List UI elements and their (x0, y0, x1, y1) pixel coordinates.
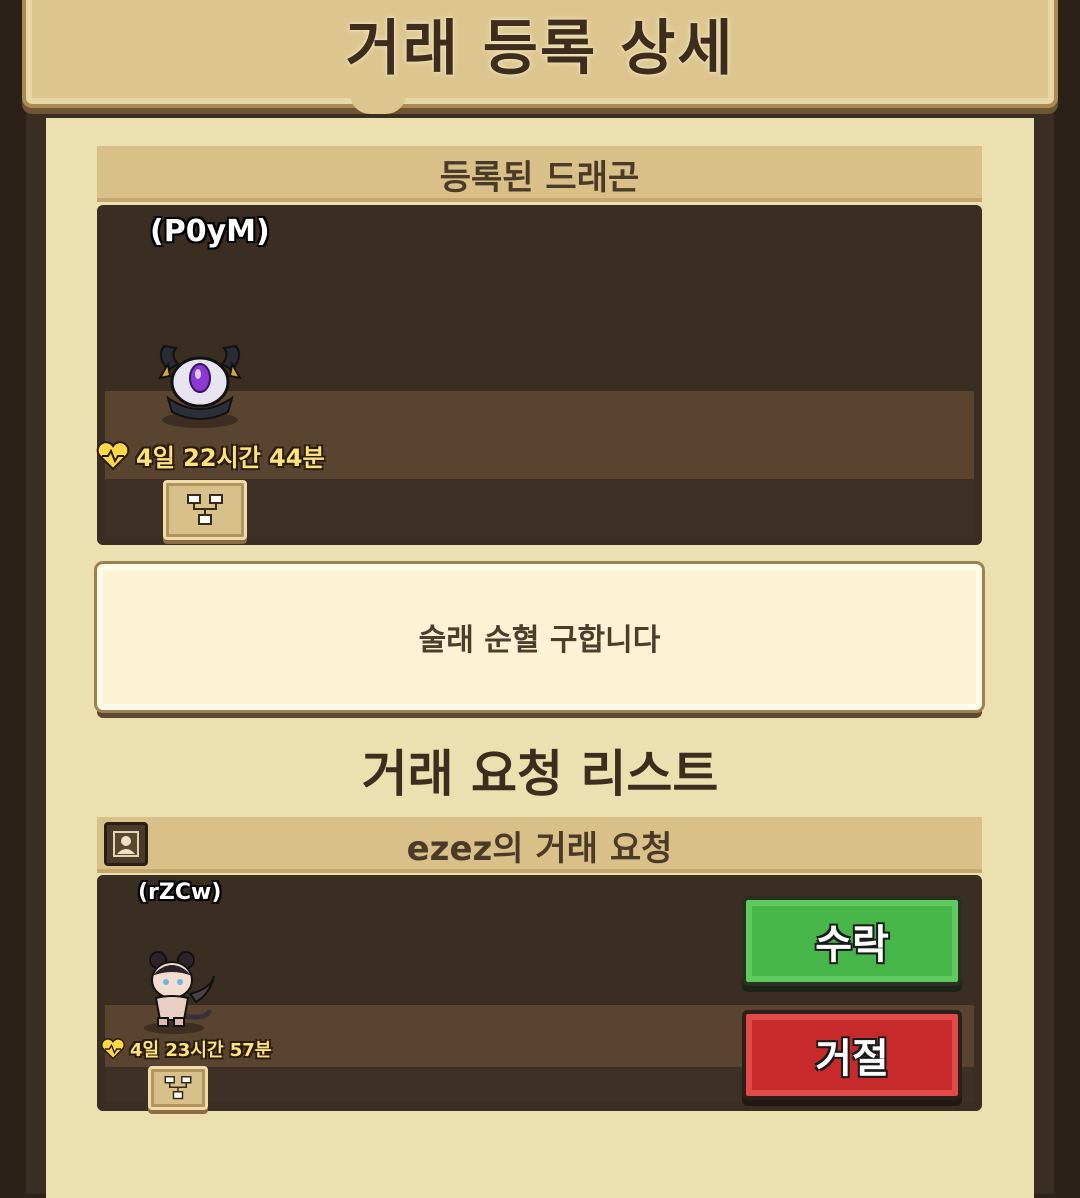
trade-message-box: 술래 순혈 구합니다 (97, 564, 982, 710)
registered-dragon-timer-text: 4일 22시간 44분 (136, 444, 325, 472)
registered-dragon-name: (P0yM) (150, 214, 270, 249)
registered-family-tree-button[interactable] (163, 480, 247, 540)
profile-icon (113, 831, 139, 857)
reject-button[interactable]: 거절 (742, 1010, 962, 1100)
trade-message-text: 술래 순혈 구합니다 (418, 623, 661, 658)
request-dragon-name: (rZCw) (138, 880, 222, 905)
page-title: 거래 등록 상세 (345, 14, 735, 84)
request-dragon-timer-text: 4일 23시간 57분 (130, 1040, 272, 1061)
request-dragon-timer: 4일 23시간 57분 (100, 1036, 271, 1062)
family-tree-icon (164, 1076, 192, 1100)
heart-icon (96, 440, 130, 470)
accept-button-label: 수락 (815, 922, 889, 968)
family-tree-icon (187, 494, 223, 525)
reject-button-label: 거절 (815, 1036, 889, 1082)
accept-button[interactable]: 수락 (742, 896, 962, 986)
requester-profile-button[interactable] (104, 822, 148, 866)
request-family-tree-button[interactable] (148, 1066, 208, 1110)
header-banner: 거래 등록 상세 (22, 0, 1058, 108)
registered-dragon-timer: 4일 22시간 44분 (96, 438, 325, 473)
registered-dragon-header: 등록된 드래곤 (97, 146, 982, 202)
registered-dragon-sprite[interactable] (150, 334, 250, 430)
request-list-title: 거래 요청 리스트 (361, 745, 719, 803)
request-dragon-sprite[interactable] (134, 950, 218, 1036)
heart-icon (101, 1038, 125, 1060)
request-header: ezez의 거래 요청 (97, 817, 982, 873)
